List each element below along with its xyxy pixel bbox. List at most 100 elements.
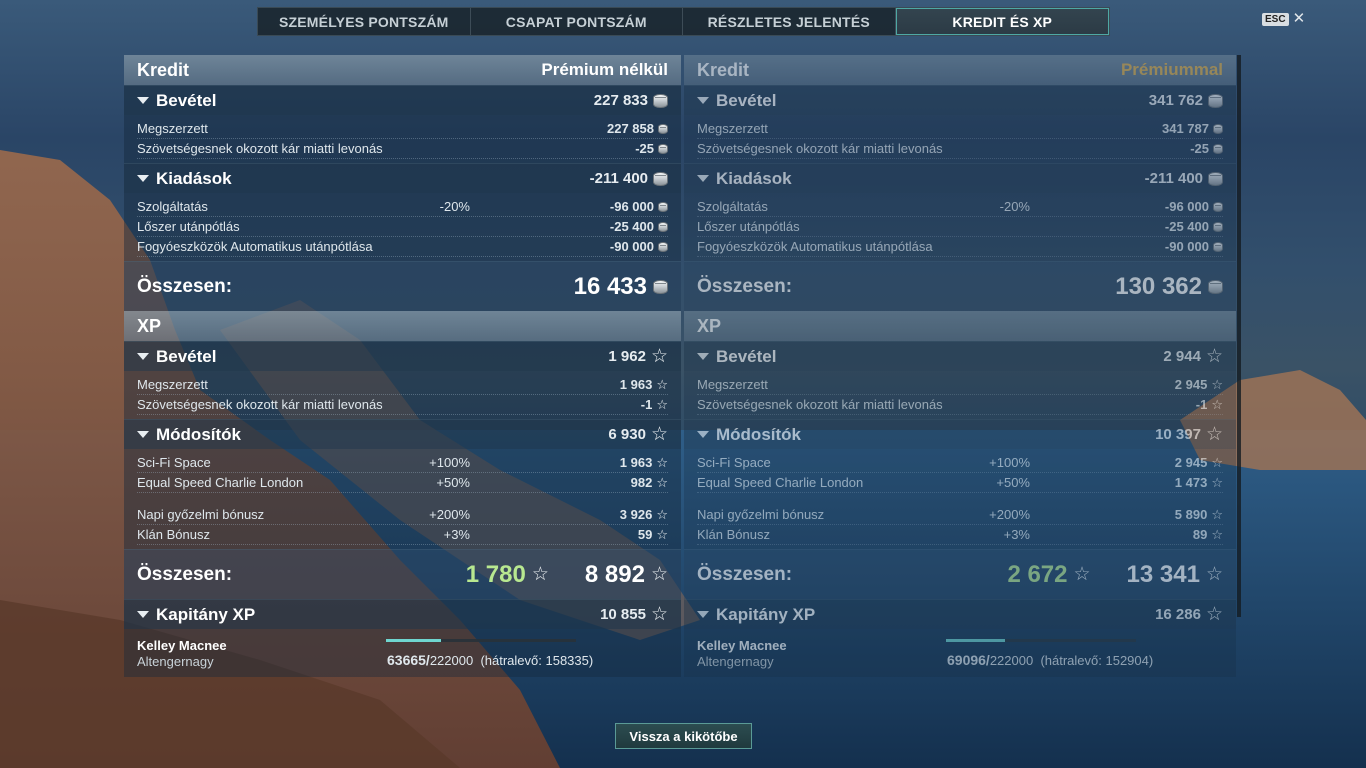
- list-item: Klán Bónusz +3% 89 ☆: [697, 525, 1223, 545]
- xp-star-icon: ☆: [650, 345, 668, 367]
- collapse-triangle-icon: [137, 175, 149, 182]
- xp-star-icon: ☆: [1205, 563, 1223, 585]
- top-tabs: SZEMÉLYES PONTSZÁM CSAPAT PONTSZÁM RÉSZL…: [257, 7, 1110, 36]
- credit-title: Kredit: [697, 59, 750, 80]
- tab-personal-score[interactable]: SZEMÉLYES PONTSZÁM: [258, 8, 471, 35]
- credit-income-group[interactable]: Bevétel 227 833: [124, 85, 681, 115]
- group-label: Kapitány XP: [156, 604, 256, 624]
- xp-star-icon: ☆: [1205, 603, 1223, 625]
- group-label: Bevétel: [156, 346, 217, 366]
- group-value: 227 833: [593, 92, 648, 109]
- list-item: Napi győzelmi bónusz +200% 3 926 ☆: [137, 505, 668, 525]
- xp-title: XP: [697, 315, 722, 336]
- xp-star-icon: ☆: [656, 377, 668, 392]
- tab-credit-xp[interactable]: KREDIT ÉS XP: [895, 8, 1109, 35]
- tab-team-score[interactable]: CSAPAT PONTSZÁM: [471, 8, 683, 35]
- list-item: Lőszer utánpótlás -25 400: [697, 217, 1223, 237]
- xp-star-icon: ☆: [1211, 475, 1223, 490]
- xp-header: XP: [124, 311, 681, 341]
- captain-progress-text: 63665/222000 (hátralevő: 158335): [387, 652, 594, 668]
- group-label: Bevétel: [156, 90, 217, 110]
- xp-star-icon: ☆: [1205, 345, 1223, 367]
- list-item: Fogyóeszközök Automatikus utánpótlása -90…: [137, 237, 668, 257]
- group-value: 10 397: [1155, 426, 1201, 443]
- captain-info: Kelley Macnee Altengernagy 69096/222000 …: [684, 629, 1236, 677]
- list-item: Equal Speed Charlie London +50% 1 473 ☆: [697, 473, 1223, 493]
- xp-star-icon: ☆: [656, 397, 668, 412]
- xp-total: Összesen: 2 672 ☆ 13 341 ☆: [684, 549, 1236, 599]
- close-button[interactable]: ESC ✕: [1262, 10, 1306, 27]
- credit-coin-icon: [658, 201, 668, 212]
- credit-total-value: 130 362: [1115, 272, 1202, 300]
- credit-income-group[interactable]: Bevétel 341 762: [684, 85, 1236, 115]
- group-value: 10 855: [600, 606, 646, 623]
- group-value: 2 944: [1163, 348, 1201, 365]
- credit-coin-icon: [1213, 241, 1223, 252]
- group-label: Kiadások: [716, 168, 792, 188]
- captain-name: Kelley Macnee: [697, 638, 787, 653]
- group-value: 341 762: [1148, 92, 1203, 109]
- credit-coin-icon: [653, 279, 668, 294]
- collapse-triangle-icon: [137, 431, 149, 438]
- xp-star-icon: ☆: [531, 563, 549, 585]
- xp-title: XP: [137, 315, 162, 336]
- list-item: Lőszer utánpótlás -25 400: [137, 217, 668, 237]
- xp-total-highlight: 1 780: [465, 560, 526, 588]
- credit-coin-icon: [1213, 123, 1223, 134]
- credit-coin-icon: [658, 241, 668, 252]
- list-item: Szövetségesnek okozott kár miatti levoná…: [697, 139, 1223, 159]
- xp-star-icon: ☆: [1211, 507, 1223, 522]
- captain-xp-group[interactable]: Kapitány XP 10 855 ☆: [124, 599, 681, 629]
- xp-income-group[interactable]: Bevétel 1 962 ☆: [124, 341, 681, 371]
- list-item: Szövetségesnek okozott kár miatti levoná…: [137, 139, 668, 159]
- credit-expenses-group[interactable]: Kiadások -211 400: [684, 163, 1236, 193]
- group-label: Kapitány XP: [716, 604, 816, 624]
- list-item: Megszerzett 341 787: [697, 119, 1223, 139]
- xp-total-value: 8 892: [584, 560, 645, 588]
- xp-star-icon: ☆: [1073, 563, 1091, 585]
- captain-progress-text: 69096/222000 (hátralevő: 152904): [947, 652, 1154, 668]
- credit-total: Összesen: 130 362: [684, 261, 1236, 311]
- list-item: Klán Bónusz +3% 59 ☆: [137, 525, 668, 545]
- credit-coin-icon: [658, 221, 668, 232]
- xp-income-group[interactable]: Bevétel 2 944 ☆: [684, 341, 1236, 371]
- credit-total: Összesen: 16 433: [124, 261, 681, 311]
- list-item: Sci-Fi Space +100% 1 963 ☆: [137, 453, 668, 473]
- group-value: 6 930: [608, 426, 646, 443]
- credit-header: Kredit Prémiummal: [684, 55, 1236, 85]
- xp-modifiers-group[interactable]: Módosítók 10 397 ☆: [684, 419, 1236, 449]
- collapse-triangle-icon: [137, 353, 149, 360]
- collapse-triangle-icon: [137, 97, 149, 104]
- collapse-triangle-icon: [697, 431, 709, 438]
- list-item: Megszerzett 2 945 ☆: [697, 375, 1223, 395]
- esc-key-label: ESC: [1262, 12, 1289, 26]
- scrollbar[interactable]: [1237, 55, 1241, 617]
- list-item: Sci-Fi Space +100% 2 945 ☆: [697, 453, 1223, 473]
- xp-modifiers-group[interactable]: Módosítók 6 930 ☆: [124, 419, 681, 449]
- credit-coin-icon: [1213, 143, 1223, 154]
- tab-detailed-report[interactable]: RÉSZLETES JELENTÉS: [683, 8, 896, 35]
- xp-star-icon: ☆: [1211, 377, 1223, 392]
- credit-total-value: 16 433: [573, 272, 647, 300]
- credit-title: Kredit: [137, 59, 190, 80]
- xp-total-value: 13 341: [1126, 560, 1200, 588]
- xp-star-icon: ☆: [656, 475, 668, 490]
- panel-with-premium: Kredit Prémiummal Bevétel 341 762 Megsze…: [684, 55, 1236, 677]
- group-value: 1 962: [608, 348, 646, 365]
- captain-progress-bar: [386, 639, 576, 642]
- collapse-triangle-icon: [697, 611, 709, 618]
- credit-expenses-group[interactable]: Kiadások -211 400: [124, 163, 681, 193]
- xp-star-icon: ☆: [650, 563, 668, 585]
- list-item: Szövetségesnek okozott kár miatti levoná…: [137, 395, 668, 415]
- xp-star-icon: ☆: [650, 603, 668, 625]
- list-item: Equal Speed Charlie London +50% 982 ☆: [137, 473, 668, 493]
- close-icon: ✕: [1292, 10, 1306, 27]
- credit-coin-icon: [1213, 201, 1223, 212]
- xp-star-icon: ☆: [1211, 455, 1223, 470]
- collapse-triangle-icon: [697, 97, 709, 104]
- captain-xp-group[interactable]: Kapitány XP 16 286 ☆: [684, 599, 1236, 629]
- back-to-port-button[interactable]: Vissza a kikötőbe: [615, 723, 752, 749]
- captain-name: Kelley Macnee: [137, 638, 227, 653]
- captain-info: Kelley Macnee Altengernagy 63665/222000 …: [124, 629, 681, 677]
- credit-coin-icon: [653, 171, 668, 186]
